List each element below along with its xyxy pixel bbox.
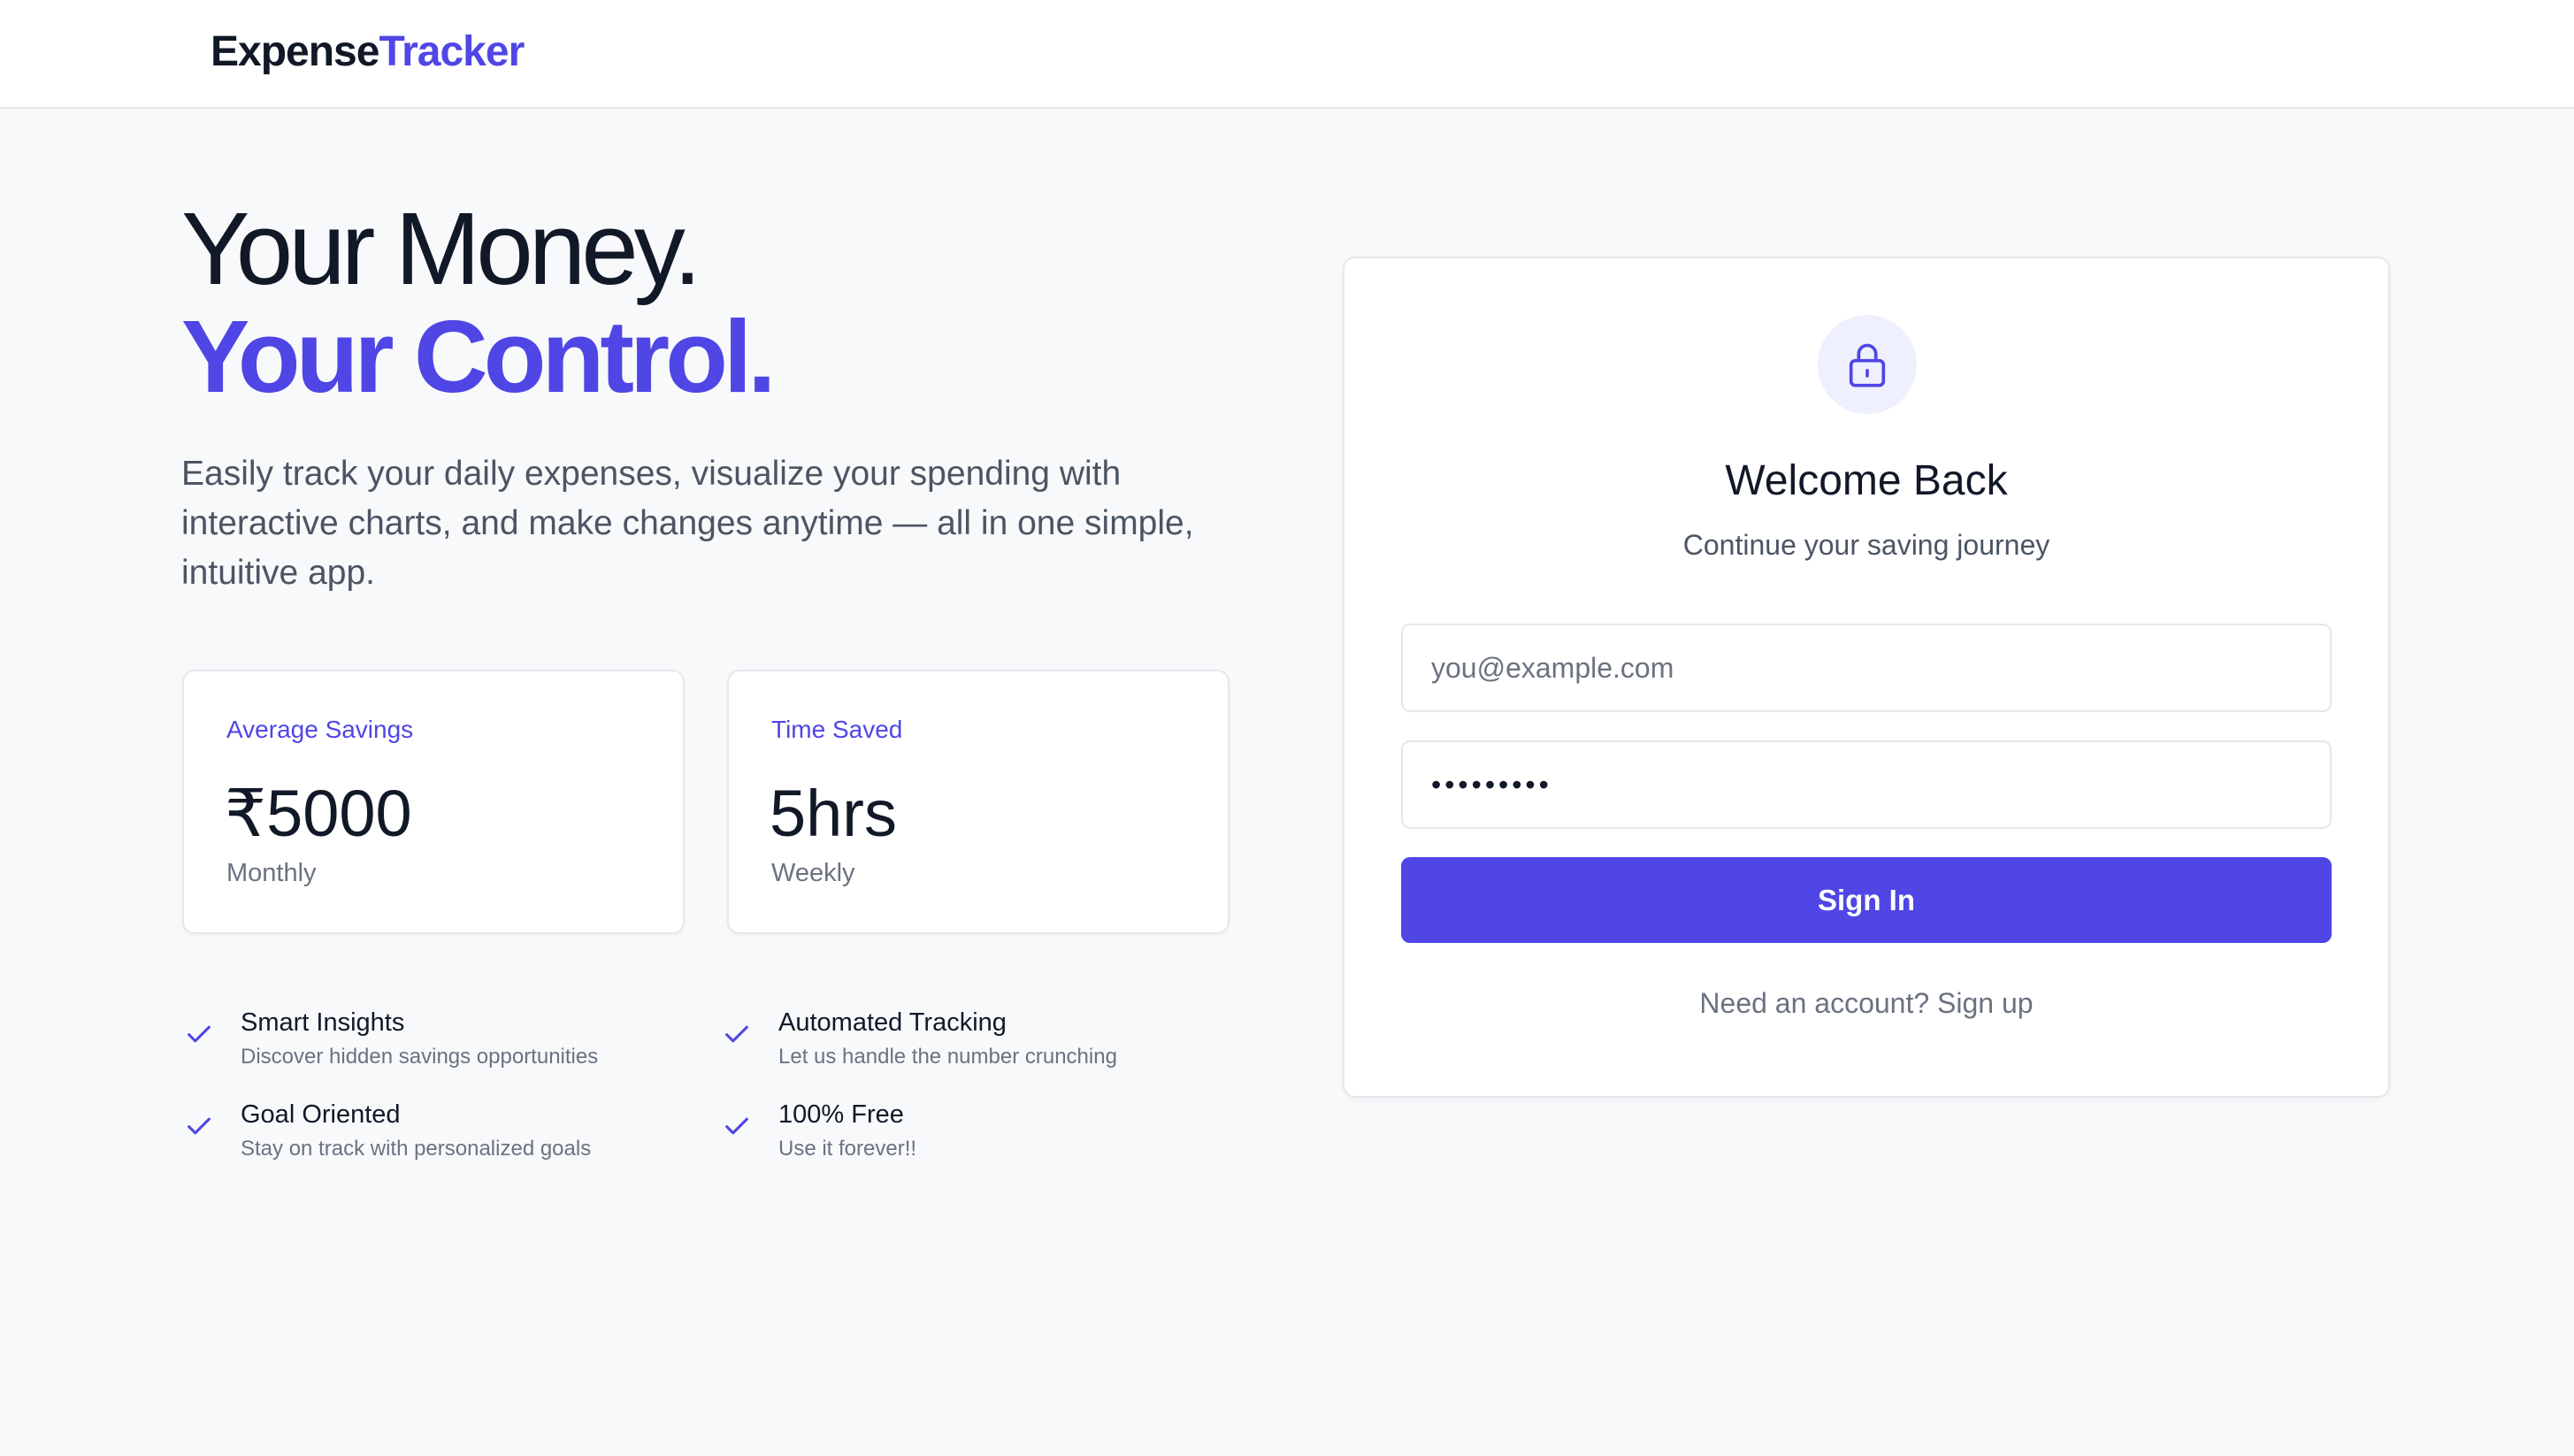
stat-value: 5hrs [770,777,897,850]
check-icon [725,1117,748,1135]
hero-heading: Your Money. Your Control. [181,195,1269,410]
stat-period: Monthly [226,859,317,887]
sign-in-button[interactable]: Sign In [1401,857,2332,943]
feature-description: Use it forever!! [778,1137,917,1161]
stat-label: Average Savings [226,716,414,743]
login-card: Welcome Back Continue your saving journe… [1343,257,2390,1098]
feature-title: 100% Free [778,1100,904,1129]
headline-your-control: Your Control. [181,299,776,414]
app-logo[interactable]: ExpenseTracker [211,25,525,80]
logo-text-expense: Expense [211,28,379,75]
stat-label: Time Saved [771,716,903,743]
lock-icon [1849,343,1886,387]
feature-description: Let us handle the number crunching [778,1045,1117,1069]
password-input[interactable] [1401,740,2332,829]
feature-description: Discover hidden savings opportunities [241,1045,599,1069]
feature-title: Automated Tracking [778,1008,1007,1037]
hero-description: Easily track your daily expenses, visual… [181,455,1194,592]
feature-title: Goal Oriented [241,1100,401,1129]
login-subtitle: Continue your saving journey [1682,529,2050,561]
login-title: Welcome Back [1725,457,2008,504]
stat-value: ₹5000 [225,777,412,850]
headline-your-money: Your Money. [181,191,701,306]
check-icon [188,1117,211,1135]
sign-up-link[interactable]: Need an account? Sign up [1344,985,2388,1021]
stat-period: Weekly [771,859,855,887]
lock-icon-badge [1818,315,1917,414]
stat-card-time-saved: Time Saved 5hrs Weekly [727,670,1230,934]
check-icon [188,1025,211,1043]
top-navbar: ExpenseTracker [0,0,2574,109]
email-input[interactable] [1401,624,2332,712]
feature-description: Stay on track with personalized goals [241,1137,592,1161]
stat-card-average-savings: Average Savings ₹5000 Monthly [182,670,685,934]
feature-title: Smart Insights [241,1008,405,1037]
check-icon [725,1025,748,1043]
logo-text-tracker: Tracker [379,28,525,75]
